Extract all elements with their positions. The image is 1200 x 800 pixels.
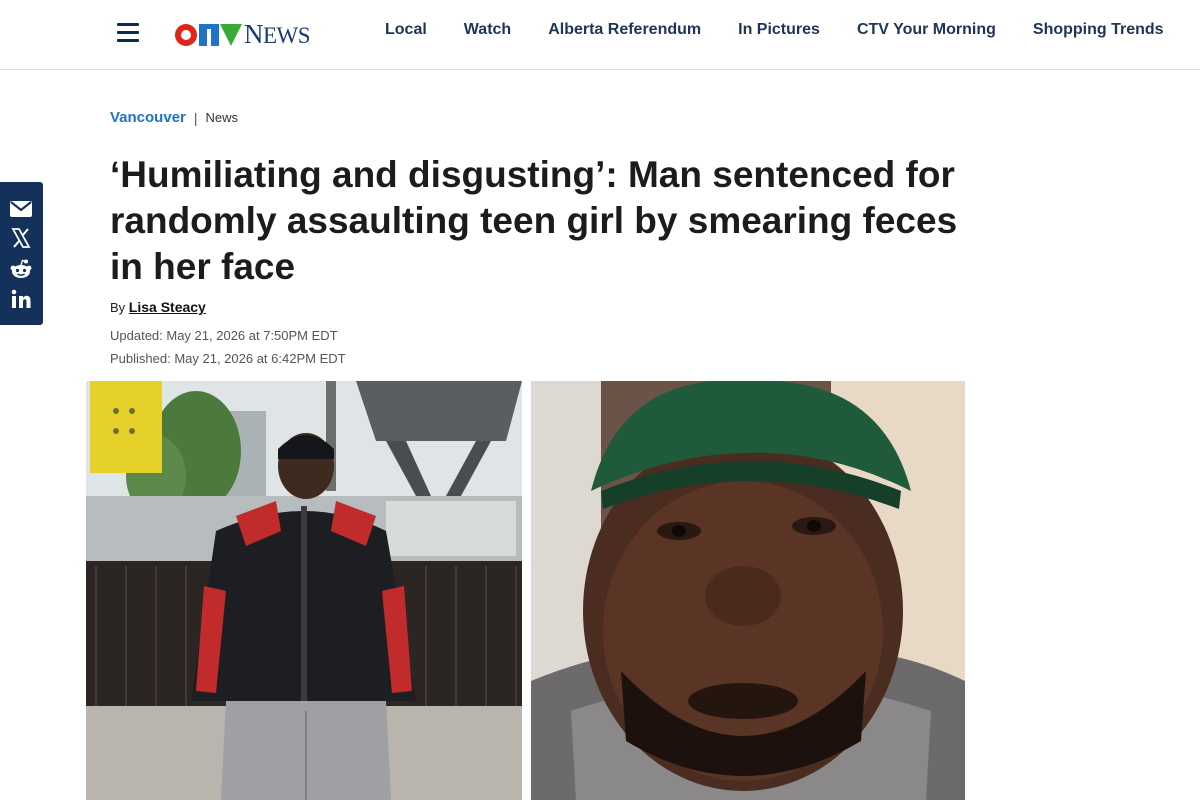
logo-v-mark [220, 24, 242, 46]
logo-t-mark [199, 24, 219, 46]
article-headline: ‘Humiliating and disgusting’: Man senten… [110, 154, 958, 287]
breadcrumb-separator: | [193, 109, 198, 126]
byline: By Lisa Steacy [110, 299, 206, 315]
nav-alberta-referendum[interactable]: Alberta Referendum [548, 21, 701, 39]
nav-shopping-trends[interactable]: Shopping Trends [1033, 21, 1164, 39]
nav-local[interactable]: Local [385, 21, 427, 39]
published-timestamp: Published: May 21, 2026 at 6:42PM EDT [110, 351, 346, 366]
main-nav: Local Watch Alberta Referendum In Pictur… [385, 21, 1164, 39]
updated-timestamp: Updated: May 21, 2026 at 7:50PM EDT [110, 328, 338, 343]
breadcrumb-region-link[interactable]: Vancouver [110, 109, 186, 126]
x-icon[interactable] [8, 225, 34, 251]
email-icon[interactable] [8, 196, 34, 222]
site-header: NEWS Local Watch Alberta Referendum In P… [0, 0, 1200, 70]
linkedin-icon[interactable] [8, 286, 34, 312]
site-logo[interactable]: NEWS [175, 18, 311, 52]
nav-watch[interactable]: Watch [464, 21, 511, 39]
breadcrumb-section-link[interactable]: News [206, 110, 239, 125]
logo-c-mark [175, 24, 197, 46]
logo-wordmark: NEWS [244, 19, 311, 49]
nav-in-pictures[interactable]: In Pictures [738, 21, 820, 39]
article-photo-standing [86, 381, 522, 800]
article-photo-closeup [531, 381, 965, 800]
author-link[interactable]: Lisa Steacy [129, 299, 206, 315]
menu-icon[interactable] [117, 23, 139, 43]
reddit-icon[interactable] [8, 256, 34, 282]
nav-ctv-your-morning[interactable]: CTV Your Morning [857, 21, 996, 39]
breadcrumb: Vancouver | News [110, 109, 238, 126]
byline-prefix: By [110, 300, 126, 315]
share-rail [0, 182, 43, 325]
